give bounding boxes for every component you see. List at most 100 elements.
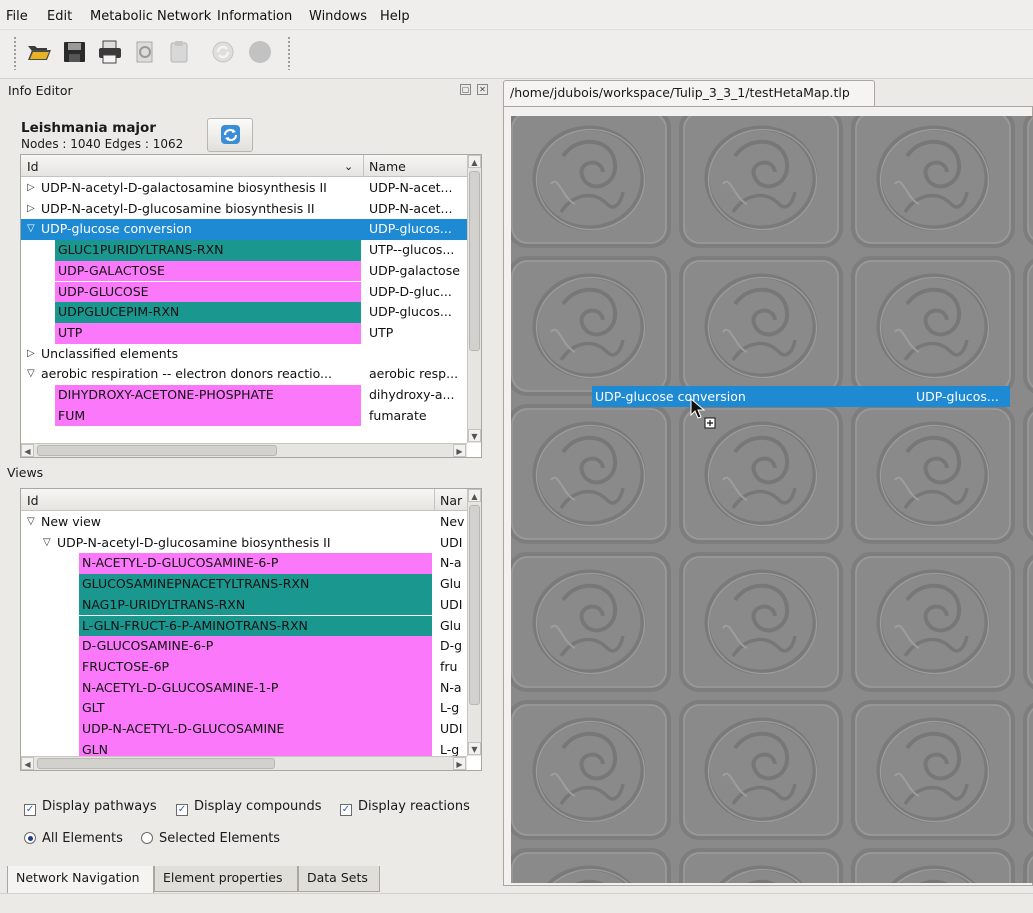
- print-icon[interactable]: [96, 38, 124, 66]
- background-pattern: [511, 116, 1033, 883]
- open-file-icon[interactable]: [25, 38, 53, 66]
- tree-row[interactable]: ▽ New view Nev: [21, 512, 467, 533]
- scroll-down-icon[interactable]: ▼: [468, 429, 481, 442]
- scroll-thumb[interactable]: [469, 505, 480, 705]
- display-pathways-checkbox[interactable]: ✓ Display pathways: [24, 799, 157, 816]
- tree-row[interactable]: UDP-GLUCOSE UDP-D-gluc...: [21, 281, 467, 303]
- radio-off-icon[interactable]: [141, 832, 153, 844]
- tree-row[interactable]: N-ACETYL-D-GLUCOSAMINE-6-P N-a: [21, 553, 467, 575]
- tree-row[interactable]: ▽ aerobic respiration -- electron donors …: [21, 364, 467, 385]
- toolbar-grip-2[interactable]: [287, 36, 291, 70]
- save-icon[interactable]: [61, 38, 89, 66]
- info-tree-hscroll[interactable]: ◀ ▶: [21, 443, 467, 457]
- tree-row[interactable]: GLUCOSAMINEPNACETYLTRANS-RXN Glu: [21, 574, 467, 595]
- tree-row[interactable]: GLT L-g: [21, 698, 467, 719]
- row-name: fru: [440, 658, 458, 674]
- collapse-arrow-icon[interactable]: ▽: [43, 533, 57, 554]
- dock-title-bar: Info Editor ▢ ✕: [0, 79, 497, 101]
- chevron-down-icon[interactable]: ⌄: [344, 160, 353, 173]
- scroll-right-icon[interactable]: ▶: [453, 757, 466, 770]
- collapse-arrow-icon[interactable]: ▽: [27, 364, 41, 385]
- tree-row[interactable]: L-GLN-FRUCT-6-P-AMINOTRANS-RXN Glu: [21, 615, 467, 637]
- print-preview-icon[interactable]: [131, 38, 159, 66]
- collapse-arrow-icon[interactable]: ▽: [27, 219, 41, 240]
- tree-row[interactable]: FRUCTOSE-6P fru: [21, 656, 467, 678]
- tree-row[interactable]: ▷ Unclassified elements: [21, 344, 467, 365]
- all-elements-radio[interactable]: All Elements: [24, 831, 123, 846]
- menu-windows[interactable]: Windows: [309, 9, 367, 24]
- tree-row[interactable]: FUM fumarate: [21, 405, 467, 427]
- scroll-up-icon[interactable]: ▲: [468, 155, 481, 168]
- tree-row[interactable]: N-ACETYL-D-GLUCOSAMINE-1-P N-a: [21, 677, 467, 699]
- scroll-left-icon[interactable]: ◀: [21, 757, 34, 770]
- tab-element-properties[interactable]: Element properties: [154, 866, 298, 892]
- tab-data-sets[interactable]: Data Sets: [298, 866, 380, 892]
- menu-help[interactable]: Help: [380, 9, 410, 24]
- selected-elements-radio[interactable]: Selected Elements: [141, 831, 280, 846]
- menu-edit[interactable]: Edit: [47, 9, 72, 24]
- graph-canvas[interactable]: UDP-glucose conversion UDP-glucos...: [511, 116, 1033, 883]
- menu-file[interactable]: File: [6, 9, 28, 24]
- tree-row[interactable]: UDP-N-ACETYL-D-GLUCOSAMINE UDI: [21, 719, 467, 740]
- toolbar-grip[interactable]: [13, 36, 17, 70]
- paste-icon[interactable]: [165, 38, 193, 66]
- hscroll-thumb[interactable]: [37, 758, 275, 769]
- radio-on-icon[interactable]: [24, 832, 36, 844]
- tree-row[interactable]: D-GLUCOSAMINE-6-P D-g: [21, 636, 467, 657]
- row-name: dihydroxy-a...: [369, 387, 455, 402]
- checkbox-check-icon[interactable]: ✓: [340, 804, 352, 816]
- toolbar: [0, 31, 1033, 79]
- info-tree-vscroll[interactable]: ▲ ▼: [467, 155, 481, 443]
- tree-row[interactable]: DIHYDROXY-ACETONE-PHOSPHATE dihydroxy-a..…: [21, 385, 467, 406]
- tree-row[interactable]: ▷ UDP-N-acetyl-D-galactosamine biosynthes…: [21, 178, 467, 199]
- tree-row[interactable]: ▷ UDP-N-acetyl-D-glucosamine biosynthesis…: [21, 199, 467, 220]
- col-id-header[interactable]: Id: [27, 493, 39, 508]
- display-reactions-checkbox[interactable]: ✓ Display reactions: [340, 799, 470, 816]
- expand-arrow-icon[interactable]: ▷: [27, 199, 41, 220]
- row-id: D-GLUCOSAMINE-6-P: [79, 636, 432, 657]
- refresh-button[interactable]: [207, 118, 253, 152]
- reload-icon[interactable]: [209, 38, 237, 66]
- menu-metabolic-network[interactable]: Metabolic Network: [90, 9, 211, 24]
- tree-row[interactable]: UDP-GALACTOSE UDP-galactose: [21, 260, 467, 282]
- scroll-up-icon[interactable]: ▲: [468, 489, 481, 502]
- col-id-header[interactable]: Id: [27, 159, 39, 174]
- views-tree-hscroll[interactable]: ◀ ▶: [21, 756, 467, 770]
- col-name-header[interactable]: Nar: [440, 493, 462, 508]
- views-tree-vscroll[interactable]: ▲ ▼: [467, 489, 481, 756]
- tree-row[interactable]: NAG1P-URIDYLTRANS-RXN UDI: [21, 594, 467, 616]
- tree-row[interactable]: UTP UTP: [21, 322, 467, 344]
- display-compounds-checkbox[interactable]: ✓ Display compounds: [176, 799, 322, 816]
- row-name: [369, 344, 465, 365]
- info-tree[interactable]: Id ⌄ Name ▷ UDP-N-acetyl-D-galactosamine …: [20, 154, 482, 458]
- expand-arrow-icon[interactable]: ▷: [27, 344, 41, 365]
- tree-row[interactable]: ▽ UDP-N-acetyl-D-glucosamine biosynthesis…: [21, 533, 467, 554]
- document-tab[interactable]: /home/jdubois/workspace/Tulip_3_3_1/test…: [503, 80, 875, 107]
- checkbox-check-icon[interactable]: ✓: [24, 804, 36, 816]
- stop-icon[interactable]: [246, 38, 274, 66]
- float-dock-icon[interactable]: ▢: [460, 84, 471, 95]
- row-id: UDP-N-acetyl-D-glucosamine biosynthesis …: [57, 534, 331, 550]
- menu-information[interactable]: Information: [217, 9, 292, 24]
- drag-cursor-icon: [690, 398, 716, 429]
- tab-network-navigation[interactable]: Network Navigation: [7, 866, 154, 894]
- dragged-item[interactable]: UDP-glucose conversion UDP-glucos...: [592, 386, 1010, 407]
- views-tree[interactable]: Id Nar ▽ New view Nev ▽ UDP-N-acetyl-D-gluco…: [20, 488, 482, 771]
- row-id: N-ACETYL-D-GLUCOSAMINE-6-P: [79, 553, 432, 575]
- graph-name: Leishmania major: [21, 120, 156, 136]
- tree-row[interactable]: ▽ UDP-glucose conversion UDP-glucos...: [21, 219, 467, 241]
- row-name: UTP--glucos...: [369, 242, 455, 258]
- tree-row[interactable]: GLUC1PURIDYLTRANS-RXN UTP--glucos...: [21, 240, 467, 261]
- checkbox-check-icon[interactable]: ✓: [176, 804, 188, 816]
- expand-arrow-icon[interactable]: ▷: [27, 178, 41, 199]
- collapse-arrow-icon[interactable]: ▽: [27, 512, 41, 533]
- scroll-left-icon[interactable]: ◀: [21, 444, 34, 457]
- scroll-thumb[interactable]: [469, 171, 480, 351]
- tree-row[interactable]: UDPGLUCEPIM-RXN UDP-glucos...: [21, 302, 467, 323]
- scroll-down-icon[interactable]: ▼: [468, 742, 481, 755]
- row-id: UDPGLUCEPIM-RXN: [55, 302, 361, 323]
- col-name-header[interactable]: Name: [369, 159, 406, 174]
- hscroll-thumb[interactable]: [37, 445, 277, 456]
- close-dock-icon[interactable]: ✕: [477, 84, 488, 95]
- scroll-right-icon[interactable]: ▶: [453, 444, 466, 457]
